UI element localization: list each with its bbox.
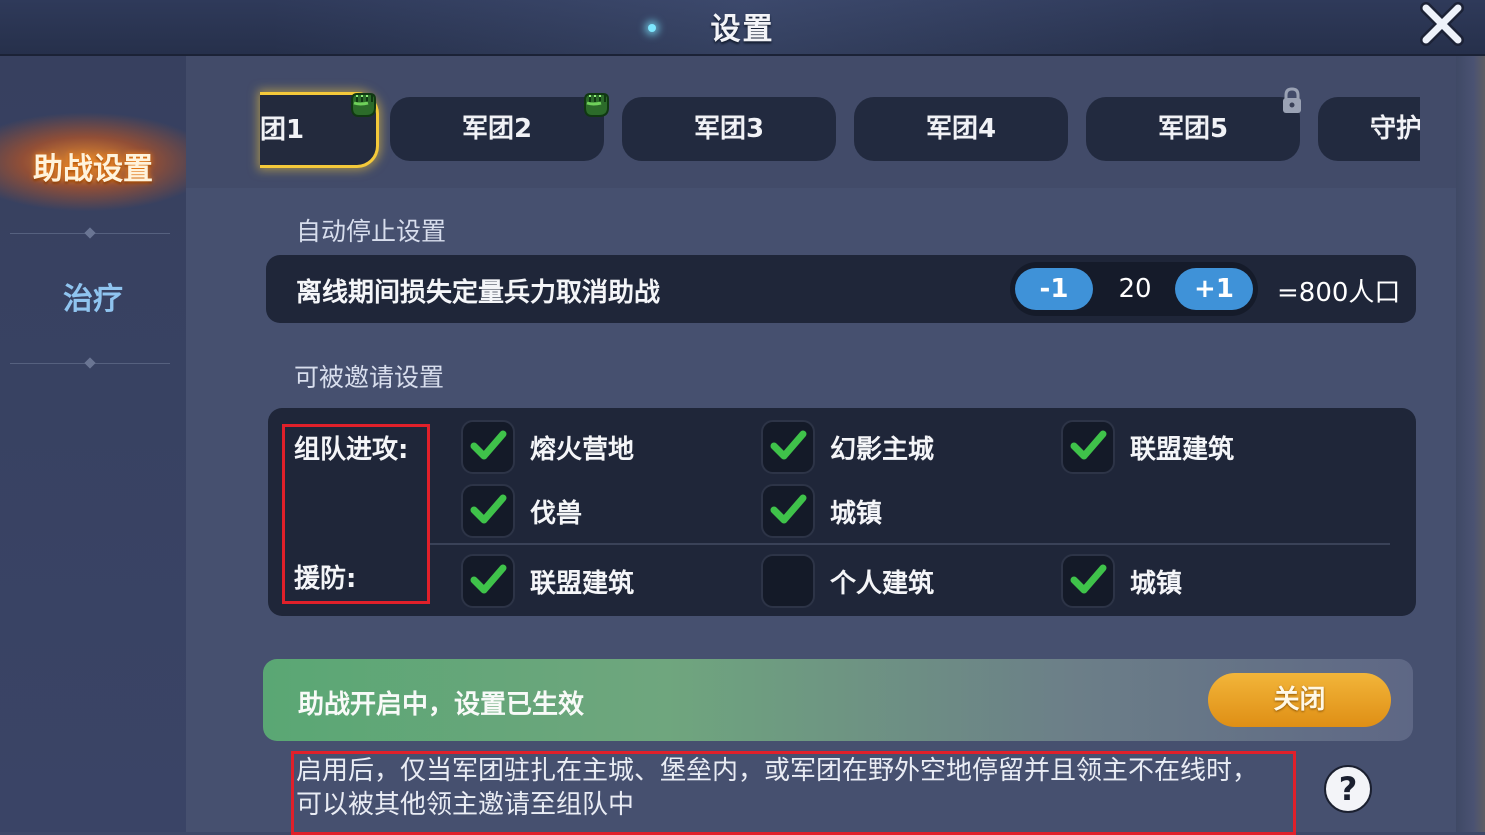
description-line-1: 启用后，仅当军团驻扎在主城、堡垒内，或军团在野外空地停留并且领主不在线时， (296, 756, 1259, 786)
fist-icon (346, 86, 380, 120)
invite-section-title: 可被邀请设置 (294, 363, 445, 392)
right-edge-decoration (1456, 56, 1485, 832)
stepper-value: 20 (1118, 274, 1152, 304)
checkmark-icon (770, 430, 807, 460)
increment-button[interactable]: +1 (1175, 268, 1253, 310)
help-icon[interactable]: ? (1324, 765, 1372, 813)
tab-legion-3[interactable]: 军团3 (622, 97, 836, 161)
option-label: 伐兽 (530, 499, 583, 529)
fist-icon (579, 86, 613, 120)
option-label: 幻影主城 (830, 435, 935, 465)
checkbox-phantom-city[interactable] (761, 420, 815, 474)
checkbox-beast-hunt[interactable] (461, 484, 515, 538)
tab-label: 军团5 (1157, 114, 1229, 144)
tab-label: 军团4 (925, 114, 997, 144)
option-label: 联盟建筑 (530, 569, 635, 599)
tab-legion-5[interactable]: 军团5 (1086, 97, 1300, 161)
decrement-button[interactable]: -1 (1015, 268, 1093, 310)
tab-label: 军团2 (461, 114, 533, 144)
sidebar-item-assist-settings[interactable]: 助战设置 (0, 140, 186, 200)
tab-guard[interactable]: 守护 (1318, 97, 1420, 161)
checkbox-town-defense[interactable] (1061, 554, 1115, 608)
auto-stop-section-title: 自动停止设置 (296, 217, 447, 246)
option-label: 城镇 (830, 499, 883, 529)
tab-label: 军团3 (693, 114, 765, 144)
checkbox-molten-camp[interactable] (461, 420, 515, 474)
option-label: 联盟建筑 (1130, 435, 1235, 465)
tab-label: 团1 (260, 115, 305, 145)
sidebar-item-heal[interactable]: 治疗 (0, 270, 186, 330)
checkmark-icon (770, 494, 807, 524)
tab-label: 守护 (1370, 114, 1420, 144)
checkmark-icon (470, 564, 507, 594)
checkmark-icon (1070, 564, 1107, 594)
lock-icon (1279, 86, 1305, 116)
option-label: 个人建筑 (830, 569, 935, 599)
invite-divider (430, 543, 1390, 545)
assist-status-text: 助战开启中，设置已生效 (298, 690, 585, 720)
help-glyph: ? (1338, 770, 1358, 808)
option-label: 熔火营地 (530, 435, 635, 465)
reinforce-label: 援防: (294, 564, 357, 594)
tab-legion-4[interactable]: 军团4 (854, 97, 1068, 161)
page-title: 设置 (710, 12, 775, 47)
disable-assist-button[interactable]: 关闭 (1208, 673, 1391, 727)
tab-legion-2[interactable]: 军团2 (390, 97, 604, 161)
description: 启用后，仅当军团驻扎在主城、堡垒内，或军团在野外空地停留并且领主不在线时， 可以… (292, 752, 1292, 830)
checkmark-icon (470, 430, 507, 460)
description-line-2: 可以被其他领主邀请至组队中 (296, 790, 635, 820)
checkbox-alliance-building-attack[interactable] (1061, 420, 1115, 474)
checkmark-icon (1070, 430, 1107, 460)
close-icon[interactable] (1418, 0, 1466, 48)
checkbox-town-attack[interactable] (761, 484, 815, 538)
team-attack-label: 组队进攻: (294, 435, 409, 465)
option-label: 城镇 (1130, 569, 1183, 599)
checkmark-icon (470, 494, 507, 524)
tab-guard-clip: 守护 (1318, 97, 1420, 161)
checkbox-personal-building[interactable] (761, 554, 815, 608)
checkbox-alliance-building-defense[interactable] (461, 554, 515, 608)
auto-stop-label: 离线期间损失定量兵力取消助战 (296, 278, 661, 308)
population-total: =800人口 (1277, 278, 1401, 308)
